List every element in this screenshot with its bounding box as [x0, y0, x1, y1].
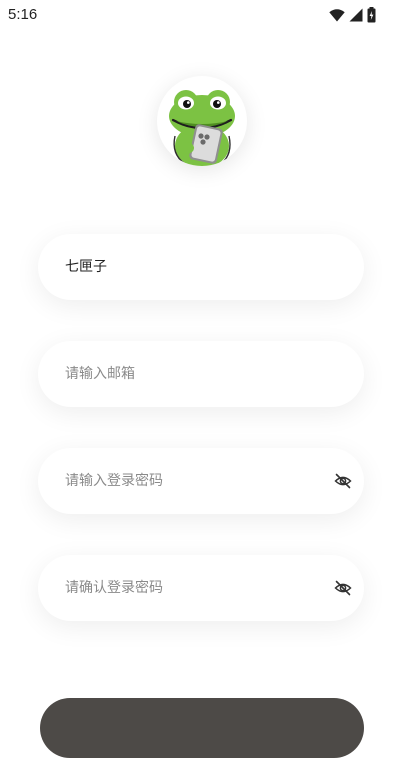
- password-visibility-toggle-eye-off-icon[interactable]: [334, 472, 352, 490]
- confirm-password-field[interactable]: 请确认登录密码: [38, 555, 364, 621]
- frog-mascot-icon: [169, 90, 235, 166]
- avatar[interactable]: [157, 76, 247, 166]
- nickname-field[interactable]: 七匣子: [38, 234, 364, 300]
- status-icons: [329, 6, 376, 24]
- wifi-icon: [329, 8, 345, 22]
- confirm-password-visibility-toggle-eye-off-icon[interactable]: [334, 579, 352, 597]
- submit-button[interactable]: [40, 698, 364, 758]
- password-placeholder: 请输入登录密码: [65, 473, 163, 489]
- battery-icon: [367, 7, 376, 23]
- email-field[interactable]: 请输入邮箱: [38, 341, 364, 407]
- password-field[interactable]: 请输入登录密码: [38, 448, 364, 514]
- status-time: 5:16: [8, 6, 38, 23]
- email-placeholder: 请输入邮箱: [65, 366, 135, 382]
- signal-icon: [349, 8, 363, 22]
- status-bar: 5:16: [0, 0, 402, 30]
- confirm-password-placeholder: 请确认登录密码: [65, 580, 163, 596]
- nickname-value: 七匣子: [65, 259, 107, 275]
